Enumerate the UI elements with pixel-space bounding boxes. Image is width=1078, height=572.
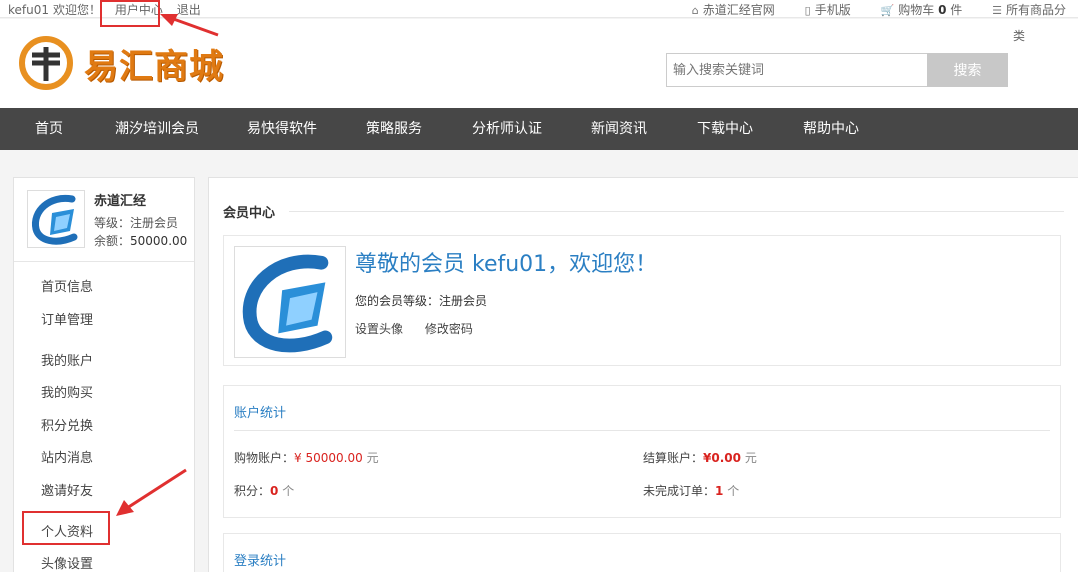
official-site-link[interactable]: ⌂ 赤道汇经官网	[692, 1, 775, 18]
sidebar-item-avatar-settings[interactable]: 头像设置	[41, 553, 93, 572]
welcome-panel: 尊敬的会员 kefu01，欢迎您！ 您的会员等级：注册会员 设置头像 修改密码	[223, 235, 1061, 366]
welcome-text: 欢迎您！	[53, 3, 102, 17]
sidebar-user-level: 等级：注册会员	[94, 216, 179, 230]
nav-item-training[interactable]: 潮汐培训会员	[115, 108, 199, 150]
header: 易汇商城 搜索 类	[0, 19, 1078, 108]
sidebar-item-invite[interactable]: 邀请好友	[41, 480, 93, 499]
sidebar-item-purchases[interactable]: 我的购买	[41, 382, 93, 401]
set-avatar-link[interactable]: 设置头像	[355, 322, 403, 336]
search-input[interactable]	[666, 53, 928, 87]
stats-divider	[234, 430, 1050, 431]
shopping-account-value: ¥ 50000.00	[294, 451, 363, 465]
pending-orders-value: 1	[715, 484, 724, 498]
welcome-title: 尊敬的会员 kefu01，欢迎您！	[355, 252, 658, 277]
nav-item-home[interactable]: 首页	[35, 108, 63, 150]
account-stats-panel: 账户统计 购物账户：¥ 50000.00 元 结算账户：¥0.00 元 积分：0…	[223, 385, 1061, 518]
logo-mark-icon	[19, 36, 73, 90]
avatar-icon	[31, 194, 78, 245]
sidebar-item-home-info[interactable]: 首页信息	[41, 276, 93, 295]
nav-item-software[interactable]: 易快得软件	[247, 108, 317, 150]
all-categories-link[interactable]: ☰ 所有商品分	[992, 1, 1066, 18]
points-stat: 积分：0 个	[234, 484, 295, 498]
sidebar-item-orders[interactable]: 订单管理	[41, 309, 93, 328]
account-stats-title: 账户统计	[234, 406, 287, 421]
member-avatar[interactable]	[234, 246, 346, 358]
sidebar-balance-value: 50000.00	[130, 234, 188, 248]
cart-icon: 🛒	[880, 4, 895, 17]
annotation-box-user-center	[100, 0, 160, 27]
avatar[interactable]	[27, 190, 85, 248]
mobile-link[interactable]: ▯ 手机版	[805, 1, 851, 18]
settlement-account-stat: 结算账户：¥0.00 元	[643, 451, 757, 465]
phone-icon: ▯	[804, 4, 811, 17]
top-bar: kefu01 欢迎您！ 用户中心 退出 ⌂ 赤道汇经官网 ▯ 手机版 🛒 购物车 0 件…	[0, 0, 1078, 18]
search-bar: 搜索	[666, 53, 1008, 87]
home-icon: ⌂	[691, 4, 699, 17]
pending-orders-stat: 未完成订单：1 个	[643, 484, 740, 498]
logo[interactable]: 易汇商城	[18, 33, 248, 93]
all-categories-tail: 类	[1013, 29, 1026, 43]
sidebar-user-name: 赤道汇经	[94, 194, 147, 209]
logo-text: 易汇商城	[84, 47, 224, 87]
nav-item-analyst[interactable]: 分析师认证	[472, 108, 542, 150]
welcome-links: 设置头像 修改密码	[355, 320, 491, 337]
page-title: 会员中心	[223, 206, 276, 221]
sidebar-profile: 赤道汇经 等级：注册会员 余额：50000.00	[14, 178, 194, 262]
nav-item-download[interactable]: 下载中心	[697, 108, 753, 150]
nav-item-news[interactable]: 新闻资讯	[591, 108, 647, 150]
annotation-box-profile	[22, 511, 110, 545]
top-bar-right: ⌂ 赤道汇经官网 ▯ 手机版 🛒 购物车 0 件 ☰ 所有商品分	[666, 1, 1066, 18]
main-nav: 首页 潮汐培训会员 易快得软件 策略服务 分析师认证 新闻资讯 下载中心 帮助中…	[0, 108, 1078, 150]
cart-link[interactable]: 🛒 购物车 0 件	[881, 1, 963, 18]
username: kefu01	[8, 3, 50, 17]
avatar-icon	[242, 254, 333, 353]
sidebar-item-messages[interactable]: 站内消息	[41, 447, 93, 466]
sidebar-item-account[interactable]: 我的账户	[41, 350, 93, 369]
points-value: 0	[270, 484, 279, 498]
nav-item-strategy[interactable]: 策略服务	[366, 108, 422, 150]
shopping-account-stat: 购物账户：¥ 50000.00 元	[234, 451, 379, 465]
login-stats-title: 登录统计	[234, 554, 287, 569]
login-stats-panel: 登录统计	[223, 533, 1061, 572]
logout-link[interactable]: 退出	[177, 3, 201, 17]
settlement-account-value: ¥0.00	[703, 451, 741, 465]
page: kefu01 欢迎您！ 用户中心 退出 ⌂ 赤道汇经官网 ▯ 手机版 🛒 购物车 0 件…	[0, 0, 1078, 572]
search-button[interactable]: 搜索	[927, 53, 1008, 87]
sidebar-item-points[interactable]: 积分兑换	[41, 415, 93, 434]
nav-item-help[interactable]: 帮助中心	[803, 108, 859, 150]
cart-count: 0	[938, 3, 947, 17]
sidebar-balance: 余额：50000.00	[94, 234, 188, 248]
title-divider	[289, 211, 1064, 212]
change-password-link[interactable]: 修改密码	[425, 322, 473, 336]
main-content: 会员中心 尊敬的会员 kefu01，欢迎您！ 您的会员等级：注册会员 设置头像 …	[208, 177, 1078, 572]
member-level: 您的会员等级：注册会员	[355, 294, 488, 308]
menu-icon: ☰	[992, 4, 1002, 17]
